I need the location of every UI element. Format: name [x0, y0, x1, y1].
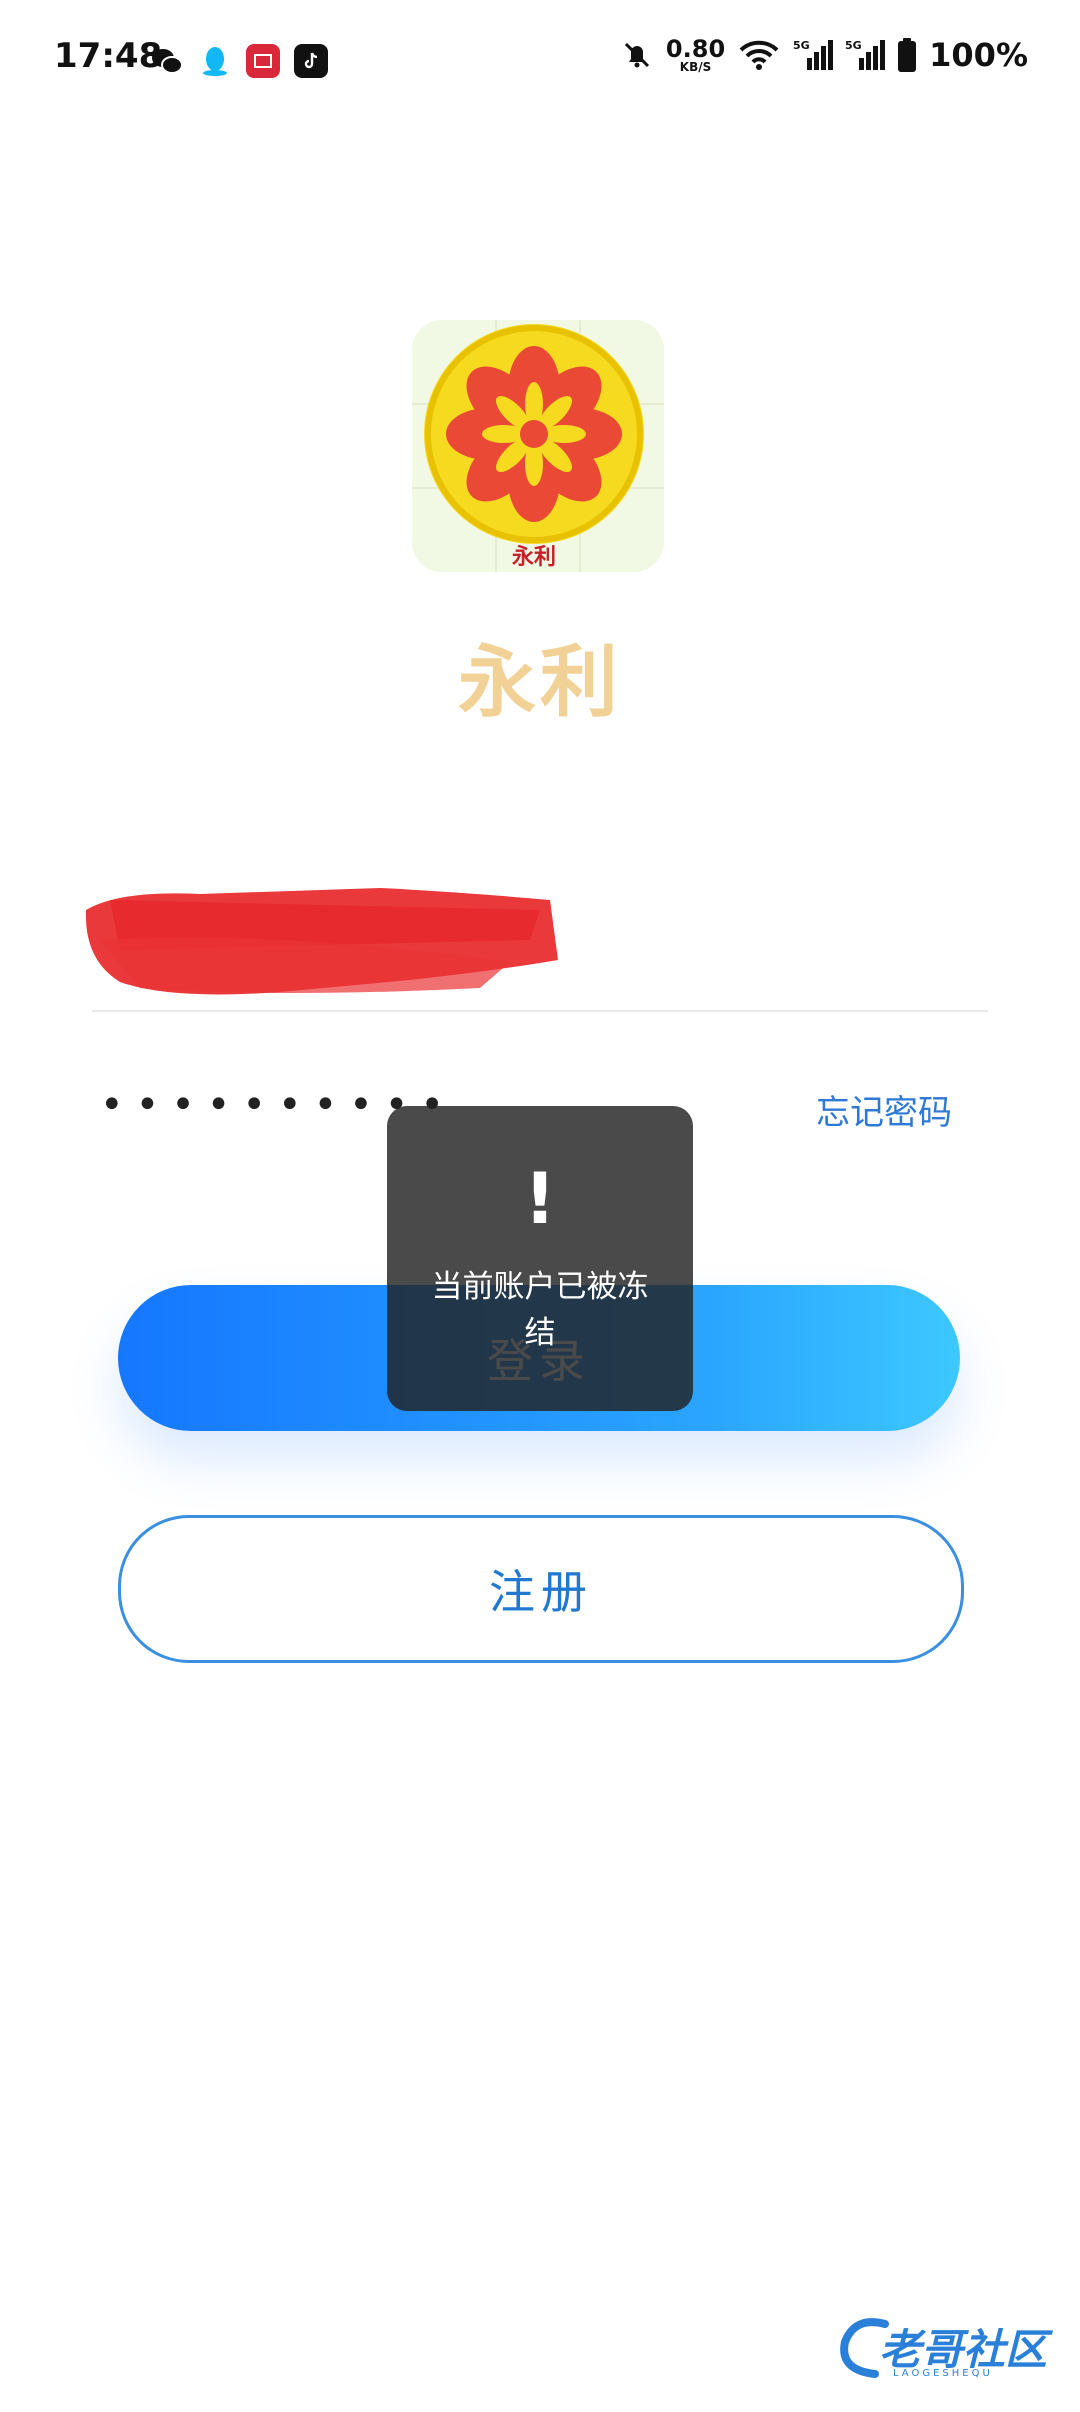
register-button[interactable]: 注册	[118, 1515, 964, 1663]
error-toast: ! 当前账户已被冻结	[387, 1106, 693, 1411]
watermark-subtext: LAOGESHEQU	[893, 2368, 993, 2379]
app-logo: 永利	[412, 320, 664, 572]
svg-text:5G: 5G	[845, 39, 862, 52]
app-name: 永利	[457, 637, 622, 728]
status-bar: 17:48 0.80 KB/S 5G 5G 100%	[0, 0, 1080, 120]
wechat-icon	[150, 44, 184, 78]
watermark: 老哥社区 LAOGESHEQU	[835, 2308, 1065, 2388]
signal-5g-icon: 5G	[793, 39, 834, 70]
register-button-label: 注册	[489, 1565, 593, 1619]
svg-text:5G: 5G	[793, 39, 810, 52]
wifi-icon	[739, 40, 779, 70]
battery-icon	[898, 38, 917, 72]
logo-caption: 永利	[512, 544, 556, 570]
redaction-mark	[85, 888, 558, 995]
mute-bell-icon	[624, 42, 649, 68]
exclamation-icon: !	[524, 1158, 556, 1240]
app-red-icon	[246, 44, 280, 78]
status-time: 17:48	[54, 36, 163, 76]
battery-percent: 100%	[929, 36, 1028, 74]
network-speed-unit: KB/S	[679, 60, 712, 74]
tiktok-icon	[294, 44, 328, 78]
forgot-password-link[interactable]: 忘记密码	[816, 1085, 952, 1134]
network-speed: 0.80 KB/S	[666, 37, 725, 73]
notification-icons	[150, 44, 328, 78]
toast-message: 当前账户已被冻结	[431, 1269, 649, 1351]
status-right: 0.80 KB/S 5G 5G 100%	[620, 36, 1028, 74]
signal-5g-icon-2: 5G	[845, 39, 886, 70]
qq-icon	[198, 44, 232, 78]
username-underline	[92, 1010, 988, 1012]
network-speed-value: 0.80	[665, 35, 726, 63]
